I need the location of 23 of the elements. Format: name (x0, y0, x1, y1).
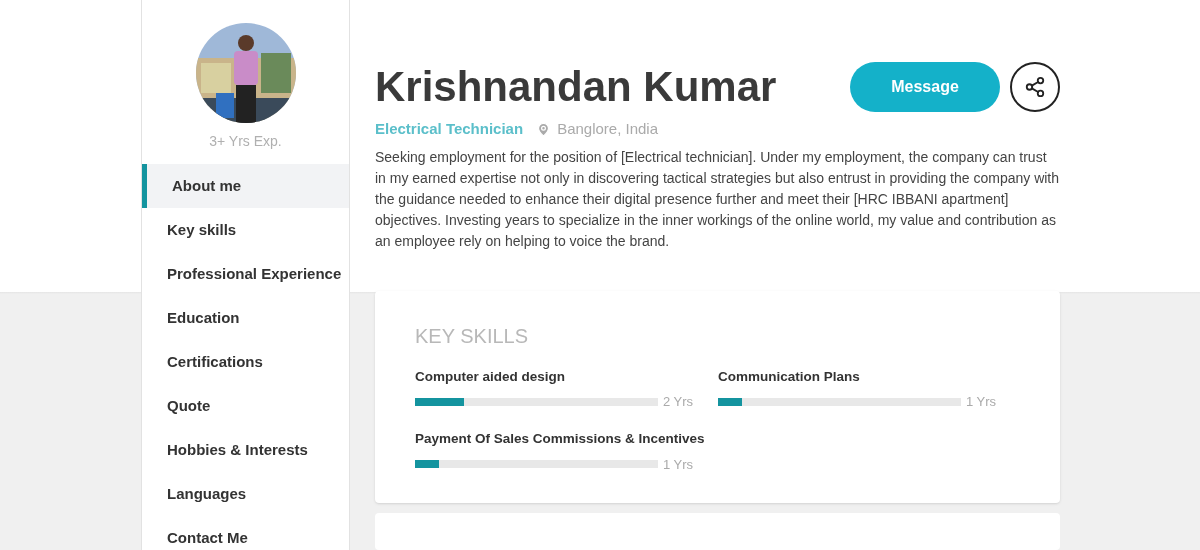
profile-name: Krishnandan Kumar (375, 62, 777, 112)
sidebar-item[interactable]: Key skills (142, 208, 349, 252)
sidebar-item[interactable]: Certifications (142, 340, 349, 384)
skill-name: Computer aided design (415, 367, 566, 386)
sidebar-item[interactable]: About me (142, 164, 349, 208)
location-text: Banglore, India (557, 119, 659, 139)
profile-summary: Seeking employment for the position of [Electrical technician]. Under my employment, the company can trust in my earned expertise not only in discovering tactical strategies but also entrust in providing the company with the guidance needed to enhance their digital presence further and meet their [HRC IBBANI apartment] objectives. Investing years to specialize in the inner workings of the online world, my value and contribution as an employee rely on helping to voice the brand. (375, 147, 1060, 251)
sidebar-item[interactable]: Languages (142, 472, 349, 516)
sidebar-item[interactable]: Hobbies & Interests (142, 428, 349, 472)
skill-name: Payment Of Sales Commissions & Incentives (415, 430, 705, 449)
share-button[interactable] (1010, 62, 1060, 112)
skill-years: 1 Yrs (663, 455, 694, 474)
section-title: KEY SKILLS (415, 323, 530, 349)
skill-years: 2 Yrs (663, 392, 694, 411)
sidebar-item[interactable]: Professional Experience (142, 252, 349, 296)
job-title: Electrical Technician (375, 119, 524, 139)
skill-years: 1 Yrs (966, 392, 997, 411)
skill-name: Communication Plans (718, 367, 860, 386)
sidebar-item[interactable]: Contact Me (142, 516, 349, 550)
sidebar-item[interactable]: Education (142, 296, 349, 340)
experience-label: 3+ Yrs Exp. (209, 132, 282, 151)
share-icon (1024, 76, 1046, 98)
sidebar-item[interactable]: Quote (142, 384, 349, 428)
